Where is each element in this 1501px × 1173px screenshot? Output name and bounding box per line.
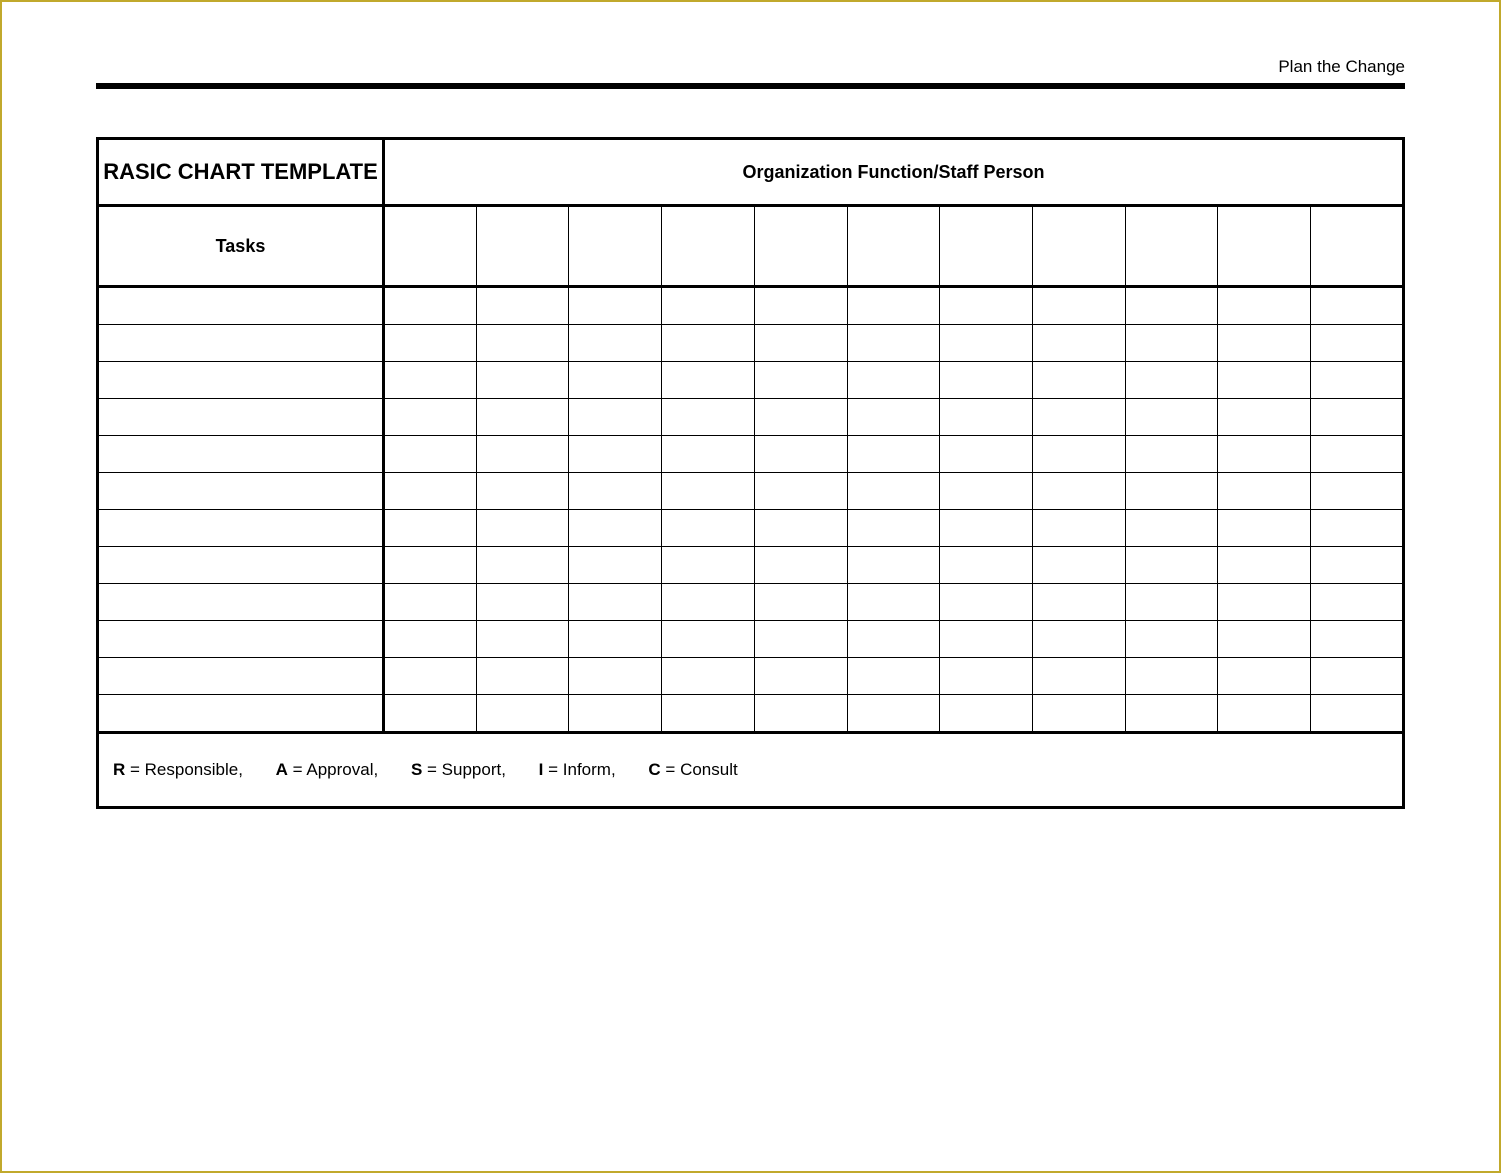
table-row [98, 621, 1404, 658]
table-row [98, 584, 1404, 621]
page-content: Plan the Change RASIC CHART TEMPLATE Org… [96, 57, 1405, 809]
person-col-9 [1125, 206, 1218, 287]
header-rule [96, 83, 1405, 89]
person-col-11 [1311, 206, 1404, 287]
legend-item: R = Responsible, [113, 760, 243, 780]
table-row [98, 695, 1404, 733]
table-row [98, 436, 1404, 473]
header-right-text: Plan the Change [96, 57, 1405, 83]
table-row [98, 399, 1404, 436]
table-row [98, 658, 1404, 695]
rasic-chart: RASIC CHART TEMPLATE Organization Functi… [96, 137, 1405, 809]
chart-title: RASIC CHART TEMPLATE [98, 139, 384, 206]
columns-header: Organization Function/Staff Person [384, 139, 1404, 206]
person-col-3 [569, 206, 662, 287]
table-row [98, 547, 1404, 584]
person-col-8 [1033, 206, 1126, 287]
legend-item: C = Consult [648, 760, 737, 780]
legend-item: I = Inform, [539, 760, 616, 780]
person-col-5 [754, 206, 847, 287]
legend-item: A = Approval, [276, 760, 379, 780]
person-col-1 [384, 206, 477, 287]
tasks-header: Tasks [98, 206, 384, 287]
legend-item: S = Support, [411, 760, 506, 780]
table-row [98, 287, 1404, 325]
header-row: Tasks [98, 206, 1404, 287]
legend-cell: R = Responsible, A = Approval, S = Suppo… [98, 733, 1404, 808]
legend-row: R = Responsible, A = Approval, S = Suppo… [98, 733, 1404, 808]
table-row [98, 510, 1404, 547]
person-col-10 [1218, 206, 1311, 287]
rasic-table: RASIC CHART TEMPLATE Organization Functi… [96, 137, 1405, 809]
table-row [98, 325, 1404, 362]
person-col-4 [662, 206, 755, 287]
person-col-7 [940, 206, 1033, 287]
person-col-2 [476, 206, 569, 287]
table-row [98, 473, 1404, 510]
document-frame: Plan the Change RASIC CHART TEMPLATE Org… [0, 0, 1501, 1173]
title-row: RASIC CHART TEMPLATE Organization Functi… [98, 139, 1404, 206]
person-col-6 [847, 206, 940, 287]
table-row [98, 362, 1404, 399]
